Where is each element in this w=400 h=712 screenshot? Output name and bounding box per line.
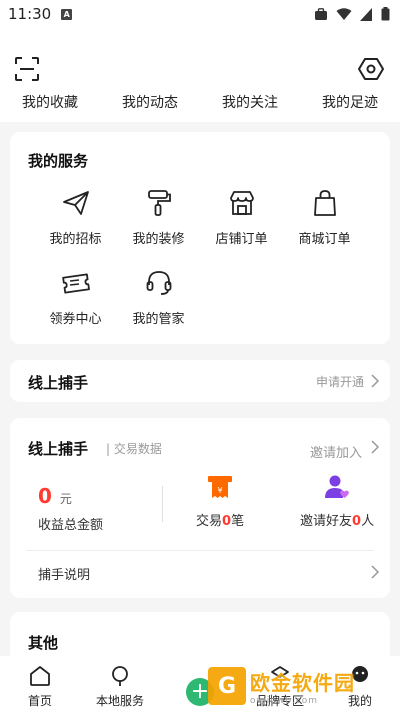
catcher-howto-link[interactable]: 捕手说明: [38, 564, 90, 583]
service-label: 我的管家: [132, 312, 185, 327]
watermark-logo-icon: G: [208, 667, 246, 705]
services-title: 我的服务: [28, 152, 89, 170]
service-mall-orders[interactable]: 商城订单: [283, 188, 366, 250]
catcher-bar-title: 线上捕手: [28, 374, 89, 392]
tab-label: 首页: [27, 694, 52, 708]
divider: [162, 486, 163, 522]
location-pin-icon: [112, 666, 128, 686]
invite-friend-icon: [325, 475, 349, 498]
service-label: 商城订单: [298, 232, 351, 247]
earnings-amount: 0: [38, 484, 52, 508]
watermark-url: oujinwb.com: [250, 695, 319, 706]
chevron-right-icon: [371, 374, 380, 388]
paper-plane-icon: [62, 191, 89, 215]
trades-count: 0: [222, 514, 232, 529]
svg-text:¥: ¥: [217, 486, 222, 495]
battery-icon: [381, 7, 390, 21]
status-bar: 11:30 A: [0, 0, 400, 28]
invite-join-link[interactable]: 邀请加入: [310, 442, 362, 461]
apply-link[interactable]: 申请开通: [316, 373, 364, 390]
service-label: 我的装修: [132, 232, 185, 247]
briefcase-icon: [315, 7, 327, 20]
trades-prefix: 交易: [196, 514, 223, 529]
catcher-apply-row[interactable]: 线上捕手 申请开通: [10, 360, 390, 402]
services-grid: 我的招标 我的装修 店铺订单 商城订单 领券中心 我的管家: [34, 188, 364, 330]
service-shop-orders[interactable]: 店铺订单: [200, 188, 283, 250]
profile-header: 我的收藏 我的动态 我的关注 我的足迹: [0, 28, 400, 122]
earnings-label: 收益总金额: [38, 518, 104, 533]
other-title: 其他: [28, 634, 59, 652]
quick-link-posts[interactable]: 我的动态: [100, 92, 200, 112]
quick-link-favorites[interactable]: 我的收藏: [0, 92, 100, 112]
service-renovation[interactable]: 我的装修: [117, 188, 200, 250]
service-tenders[interactable]: 我的招标: [34, 188, 117, 250]
catcher-data-subtitle: | 交易数据: [106, 442, 162, 456]
coupon-icon: [61, 273, 90, 294]
quick-link-history[interactable]: 我的足迹: [300, 92, 400, 112]
home-icon: [30, 666, 50, 686]
receipt-icon: ¥: [208, 476, 233, 498]
invites-suffix: 人: [361, 514, 375, 529]
chevron-right-icon: [371, 440, 380, 454]
earnings-total[interactable]: 0元 收益总金额: [38, 484, 103, 533]
service-butler[interactable]: 我的管家: [117, 268, 200, 330]
scan-icon[interactable]: [14, 56, 40, 82]
app-badge-icon: A: [61, 8, 73, 20]
trades-stat[interactable]: ¥ 交易0笔: [196, 474, 244, 529]
service-coupons[interactable]: 领券中心: [34, 268, 117, 330]
tab-home[interactable]: 首页: [0, 656, 80, 712]
quick-links: 我的收藏 我的动态 我的关注 我的足迹: [0, 92, 400, 112]
service-label: 领券中心: [49, 312, 102, 327]
shop-icon: [229, 191, 254, 215]
invites-stat[interactable]: 邀请好友0人: [300, 474, 374, 529]
invites-prefix: 邀请好友: [300, 514, 353, 529]
tab-local-services[interactable]: 本地服务: [80, 656, 160, 712]
divider: [26, 550, 374, 551]
trades-suffix: 笔: [231, 514, 245, 529]
paint-roller-icon: [147, 190, 171, 216]
chevron-right-icon: [371, 565, 380, 579]
catcher-data-card: 线上捕手 | 交易数据 邀请加入 0元 收益总金额 ¥ 交易0笔 邀请好友0人 …: [10, 418, 390, 598]
invites-count: 0: [352, 514, 362, 529]
shopping-bag-icon: [313, 190, 336, 216]
earnings-unit: 元: [59, 492, 72, 506]
services-card: 我的服务 我的招标 我的装修 店铺订单 商城订单 领券中心 我的管家: [10, 132, 390, 344]
signal-icon: [360, 7, 372, 21]
headset-icon: [146, 271, 171, 295]
clock: 11:30: [8, 5, 52, 23]
watermark: G 欧金软件园 oujinwb.com: [208, 662, 398, 710]
quick-link-following[interactable]: 我的关注: [200, 92, 300, 112]
service-label: 店铺订单: [215, 232, 268, 247]
tab-label: 本地服务: [95, 694, 144, 708]
settings-icon[interactable]: [358, 56, 384, 82]
watermark-text: 欧金软件园: [250, 670, 355, 695]
catcher-data-title: 线上捕手: [28, 440, 89, 458]
service-label: 我的招标: [49, 232, 102, 247]
wifi-icon: [336, 7, 352, 20]
